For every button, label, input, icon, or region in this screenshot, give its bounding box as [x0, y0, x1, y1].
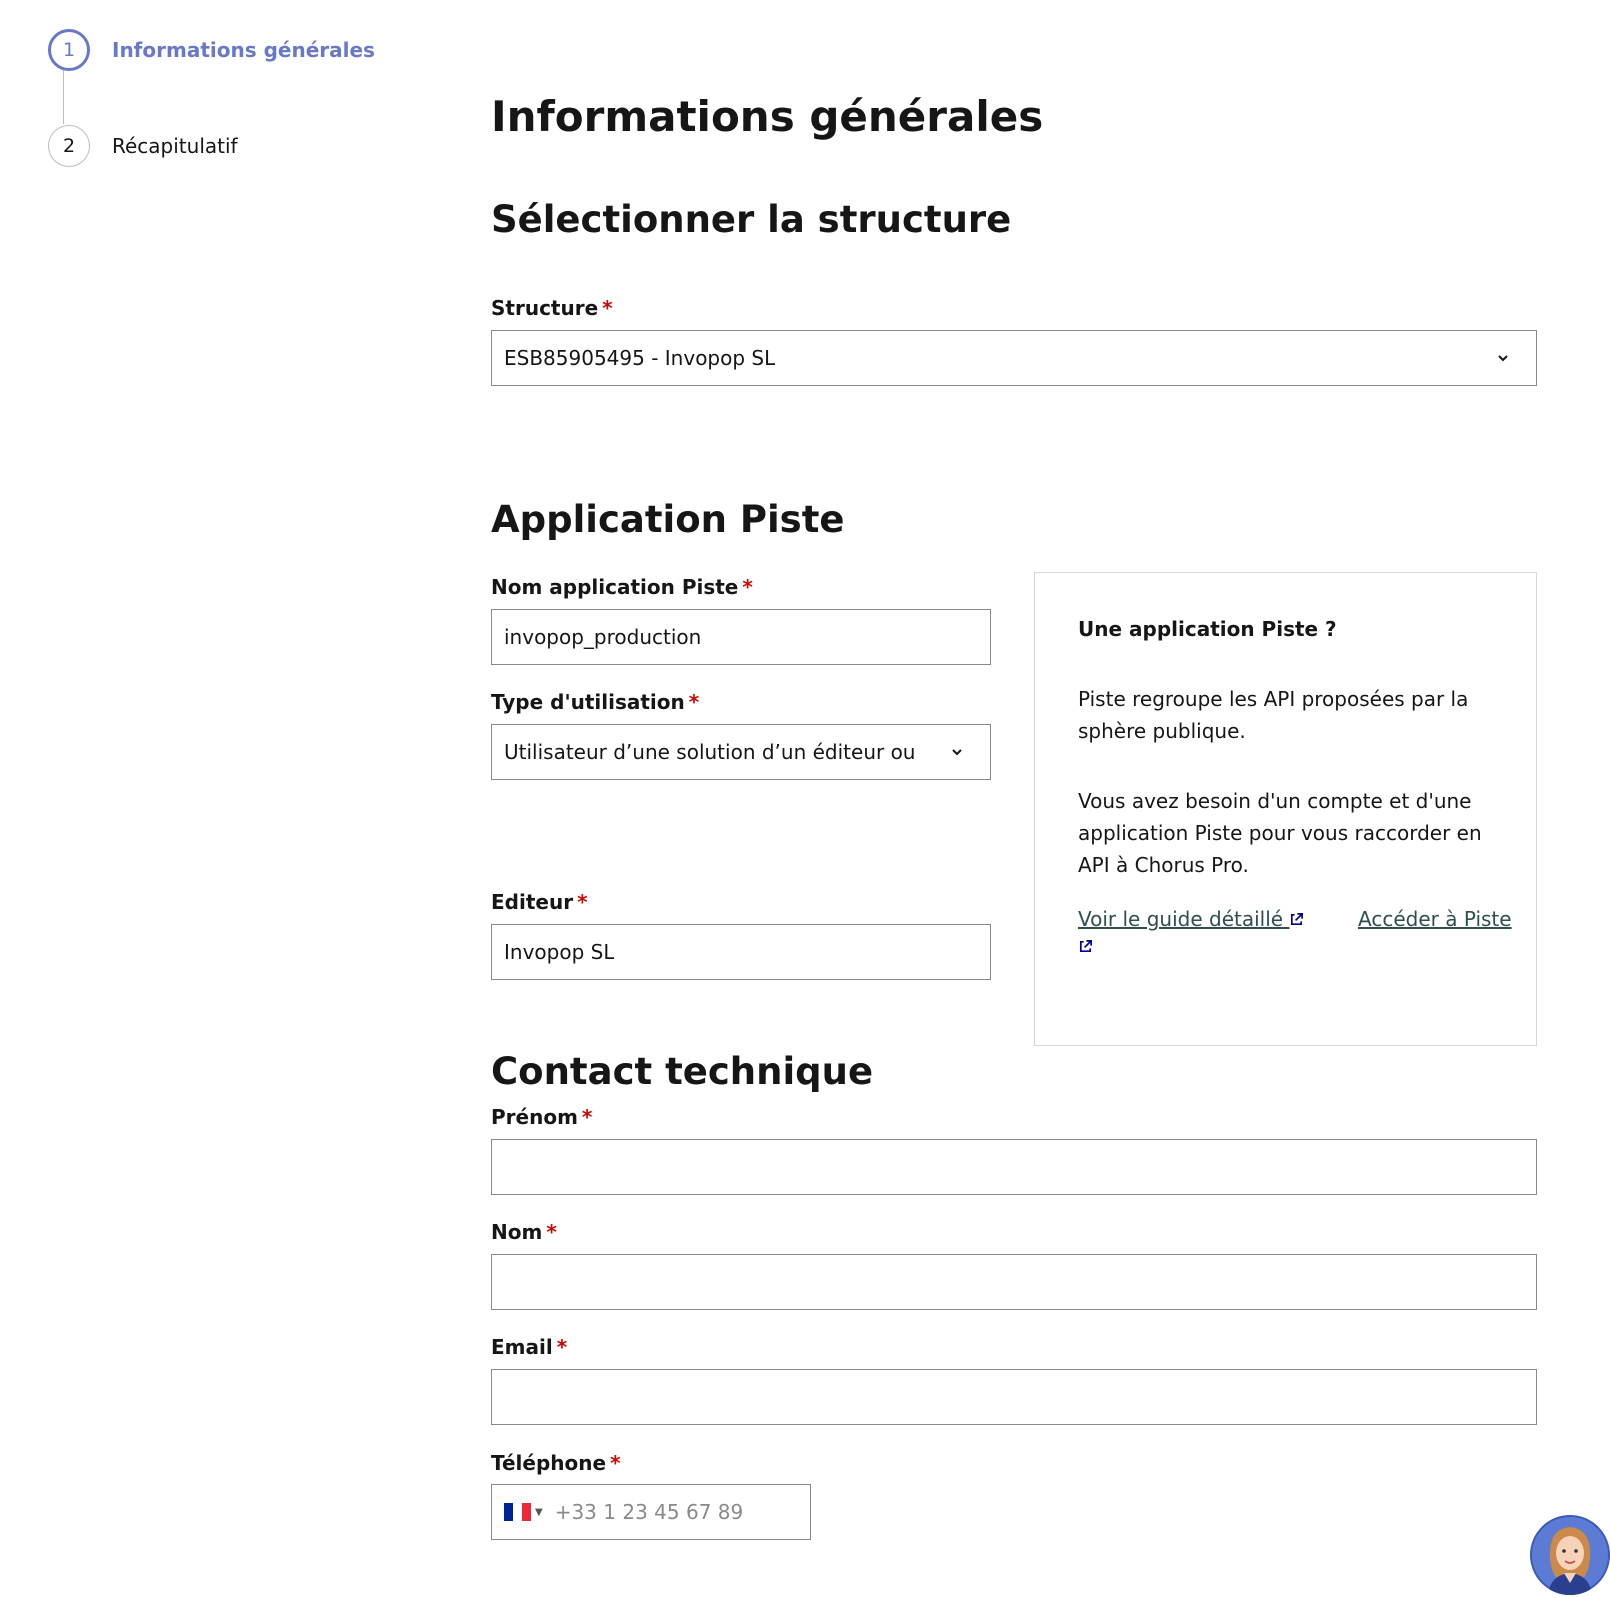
assistant-avatar[interactable] [1530, 1515, 1610, 1595]
required-mark: * [688, 690, 700, 714]
info-title: Une application Piste ? [1078, 617, 1337, 641]
assistant-avatar-icon [1530, 1515, 1610, 1595]
chevron-down-icon [1498, 355, 1508, 362]
info-links: Voir le guide détaillé Accéder à Piste [1078, 907, 1536, 967]
editor-label-text: Editeur [491, 890, 574, 914]
structure-select[interactable]: ESB85905495 - Invopop SL [491, 330, 1537, 386]
guide-link[interactable]: Voir le guide détaillé [1078, 907, 1304, 931]
step-number: 1 [48, 29, 90, 71]
firstname-input[interactable] [491, 1139, 1537, 1195]
external-link-icon[interactable] [1078, 939, 1093, 954]
stepper: 1 Informations générales 2 Récapitulatif [48, 28, 428, 168]
section-heading-structure: Sélectionner la structure [491, 198, 1012, 241]
firstname-label: Prénom * [491, 1105, 592, 1129]
lastname-label-text: Nom [491, 1220, 543, 1244]
section-heading-piste: Application Piste [491, 498, 845, 541]
france-flag-icon[interactable] [504, 1503, 531, 1521]
email-input[interactable] [491, 1369, 1537, 1425]
editor-input[interactable]: Invopop SL [491, 924, 991, 980]
email-label-text: Email [491, 1335, 553, 1359]
phone-field: ▼ [491, 1484, 811, 1540]
step-number: 2 [48, 125, 90, 167]
step-label: Informations générales [112, 38, 375, 62]
lastname-input[interactable] [491, 1254, 1537, 1310]
usage-type-select[interactable]: Utilisateur d’une solution d’un éditeur … [491, 724, 991, 780]
info-paragraph-2: Vous avez besoin d'un compte et d'une ap… [1078, 789, 1482, 877]
section-heading-contact: Contact technique [491, 1050, 874, 1093]
required-mark: * [581, 1105, 593, 1129]
email-label: Email * [491, 1335, 567, 1359]
app-name-input[interactable]: invopop_production [491, 609, 991, 665]
app-name-label-text: Nom application Piste [491, 575, 739, 599]
lastname-label: Nom * [491, 1220, 557, 1244]
required-mark: * [602, 296, 613, 320]
step-informations-generales[interactable]: 1 Informations générales [48, 28, 428, 72]
access-piste-link[interactable]: Accéder à Piste [1358, 907, 1512, 931]
step-recapitulatif[interactable]: 2 Récapitulatif [48, 124, 428, 168]
structure-select-value: ESB85905495 - Invopop SL [504, 346, 776, 370]
access-piste-link-text: Accéder à Piste [1358, 907, 1512, 931]
stepper-connector [63, 70, 64, 124]
guide-link-text: Voir le guide détaillé [1078, 907, 1284, 931]
editor-value: Invopop SL [504, 940, 615, 964]
phone-label: Téléphone * [491, 1451, 621, 1475]
phone-input[interactable] [554, 1500, 775, 1524]
required-mark: * [610, 1451, 621, 1475]
usage-type-label: Type d'utilisation * [491, 690, 699, 714]
editor-label: Editeur * [491, 890, 588, 914]
chevron-down-icon [952, 749, 962, 756]
required-mark: * [742, 575, 753, 599]
piste-info-box: Une application Piste ? Piste regroupe l… [1034, 572, 1537, 1046]
step-label: Récapitulatif [112, 134, 238, 158]
required-mark: * [556, 1335, 568, 1359]
structure-label: Structure * [491, 296, 613, 320]
usage-type-value: Utilisateur d’une solution d’un éditeur … [504, 740, 916, 764]
usage-type-label-text: Type d'utilisation [491, 690, 685, 714]
structure-label-text: Structure [491, 296, 599, 320]
phone-label-text: Téléphone [491, 1451, 607, 1475]
caret-down-icon[interactable]: ▼ [535, 1507, 543, 1518]
app-name-value: invopop_production [504, 625, 702, 649]
external-link-icon [1291, 913, 1304, 926]
page-title: Informations générales [491, 92, 1044, 141]
required-mark: * [546, 1220, 557, 1244]
required-mark: * [577, 890, 588, 914]
app-name-label: Nom application Piste * [491, 575, 753, 599]
firstname-label-text: Prénom [491, 1105, 578, 1129]
info-paragraph-1: Piste regroupe les API proposées par la … [1078, 687, 1469, 743]
